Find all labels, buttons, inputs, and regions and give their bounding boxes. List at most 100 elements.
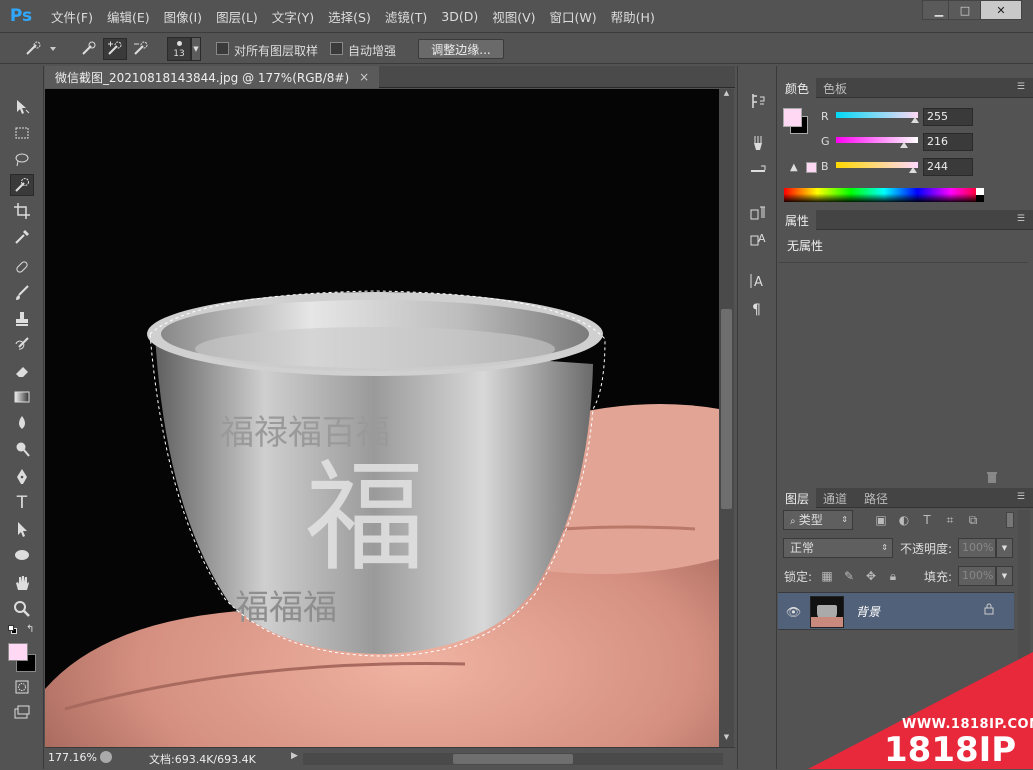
lock-pixels-icon[interactable]: ✎ [840,567,858,585]
menu-layer[interactable]: 图层(L) [209,7,265,26]
quick-selection-tool-icon[interactable] [10,174,34,196]
crop-tool-icon[interactable] [10,200,34,222]
add-to-selection-button[interactable] [103,38,127,60]
opacity-dropdown-icon[interactable]: ▼ [996,538,1013,558]
menu-view[interactable]: 视图(V) [485,7,542,26]
lock-transparency-icon[interactable]: ▦ [818,567,836,585]
document-canvas[interactable]: 福 福禄福百福 福福福 [45,89,719,747]
brush-tool-icon[interactable] [10,282,34,304]
filter-type-icon[interactable]: T [918,511,936,529]
red-ramp[interactable] [836,112,918,118]
tab-swatches[interactable]: 色板 [816,78,854,98]
menu-filter[interactable]: 滤镜(T) [378,7,434,26]
blue-ramp[interactable] [836,162,918,168]
move-tool-icon[interactable] [10,96,34,118]
fill-input[interactable]: 100% [958,566,996,586]
color-spectrum[interactable] [784,188,984,202]
refine-edge-button[interactable]: 调整边缘... [418,39,504,59]
menu-help[interactable]: 帮助(H) [604,7,662,26]
stamp-tool-icon[interactable] [10,308,34,330]
tab-properties[interactable]: 属性 [778,210,817,230]
blue-slider-thumb-icon[interactable] [909,167,917,173]
zoom-level[interactable]: 177.16% [48,751,97,766]
vertical-scrollbar[interactable]: ▲ ▼ [719,89,734,747]
eye-icon[interactable]: 👁︎ [786,605,801,619]
eraser-tool-icon[interactable] [10,360,34,382]
subtract-selection-button[interactable] [130,38,152,60]
lasso-tool-icon[interactable] [10,148,34,170]
layer-kind-filter[interactable]: ⌕ 类型 ⇕ [783,510,853,530]
zoom-tool-icon[interactable] [10,598,34,620]
menu-file[interactable]: 文件(F) [44,7,100,26]
menu-edit[interactable]: 编辑(E) [100,7,157,26]
filter-smart-object-icon[interactable]: ⧉ [964,511,982,529]
menu-3d[interactable]: 3D(D) [434,9,485,24]
properties-menu-icon[interactable]: ☰ [1017,214,1025,224]
green-slider-thumb-icon[interactable] [900,142,908,148]
type-tool-icon[interactable]: T [10,492,34,514]
horizontal-scroll-thumb[interactable] [453,754,573,764]
red-value[interactable]: 255 [923,108,973,126]
history-brush-tool-icon[interactable] [10,334,34,356]
foreground-color-swatch[interactable] [8,643,28,661]
trash-icon[interactable] [986,471,1000,485]
eyedropper-tool-icon[interactable] [10,226,34,248]
fill-dropdown-icon[interactable]: ▼ [996,566,1013,586]
tab-color[interactable]: 颜色 [778,78,817,98]
blur-tool-icon[interactable] [10,412,34,434]
history-panel-icon[interactable] [746,90,770,112]
tab-layers[interactable]: 图层 [778,488,817,508]
path-selection-tool-icon[interactable] [10,518,34,540]
document-tab[interactable]: 微信截图_20210818143844.jpg @ 177%(RGB/8#) × [45,66,380,88]
hand-tool-icon[interactable] [10,572,34,594]
swap-colors-icon[interactable]: ↰ [26,624,34,635]
healing-brush-tool-icon[interactable] [10,256,34,278]
filter-shape-icon[interactable]: ⌗ [941,511,959,529]
default-colors-icon[interactable] [8,625,18,635]
character-panel-icon[interactable]: A [746,270,770,292]
marquee-tool-icon[interactable] [10,122,34,144]
status-arrow-icon[interactable]: ▶ [291,751,298,761]
paragraph-styles-icon[interactable] [746,202,770,224]
sample-all-layers-checkbox[interactable] [216,42,229,55]
menu-select[interactable]: 选择(S) [321,7,378,26]
menu-image[interactable]: 图像(I) [157,7,209,26]
layers-menu-icon[interactable]: ☰ [1017,492,1025,502]
new-selection-button[interactable] [78,38,100,60]
red-slider-thumb-icon[interactable] [911,117,919,123]
gradient-tool-icon[interactable] [10,386,34,408]
lock-all-icon[interactable]: 🔒︎ [884,567,902,585]
panel-menu-icon[interactable]: ☰ [1017,82,1025,92]
lock-position-icon[interactable]: ✥ [862,567,880,585]
filter-adjustment-icon[interactable]: ◐ [895,511,913,529]
brush-panel-icon[interactable] [746,132,770,154]
ellipse-tool-icon[interactable] [10,544,34,566]
menu-type[interactable]: 文字(Y) [265,7,321,26]
blue-value[interactable]: 244 [923,158,973,176]
layer-name[interactable]: 背景 [856,603,880,620]
close-document-icon[interactable]: × [359,70,369,84]
horizontal-scrollbar[interactable] [303,753,723,765]
scroll-thumb[interactable] [721,309,732,509]
layer-row[interactable]: 👁︎ 背景 [778,592,1014,630]
quick-mask-icon[interactable] [10,676,34,698]
blend-mode-select[interactable]: 正常 ⇕ [783,538,893,558]
filter-toggle[interactable] [1006,512,1014,528]
scroll-up-icon[interactable]: ▲ [719,89,734,103]
tool-preset-picker[interactable] [22,38,58,60]
dodge-tool-icon[interactable] [10,438,34,460]
screen-mode-icon[interactable] [10,702,34,724]
filter-pixel-icon[interactable]: ▣ [872,511,890,529]
auto-enhance-checkbox[interactable] [330,42,343,55]
tab-channels[interactable]: 通道 [816,488,854,508]
opacity-input[interactable]: 100% [958,538,996,558]
pen-tool-icon[interactable] [10,466,34,488]
tab-paths[interactable]: 路径 [857,488,895,508]
brush-size-picker[interactable]: 13 ▼ [164,37,204,61]
paragraph-panel-icon[interactable]: ¶ [746,298,770,320]
character-styles-icon[interactable]: A [746,228,770,250]
green-value[interactable]: 216 [923,133,973,151]
scroll-down-icon[interactable]: ▼ [719,733,734,747]
maximize-button[interactable]: □ [948,0,982,20]
status-menu-icon[interactable] [100,751,112,763]
